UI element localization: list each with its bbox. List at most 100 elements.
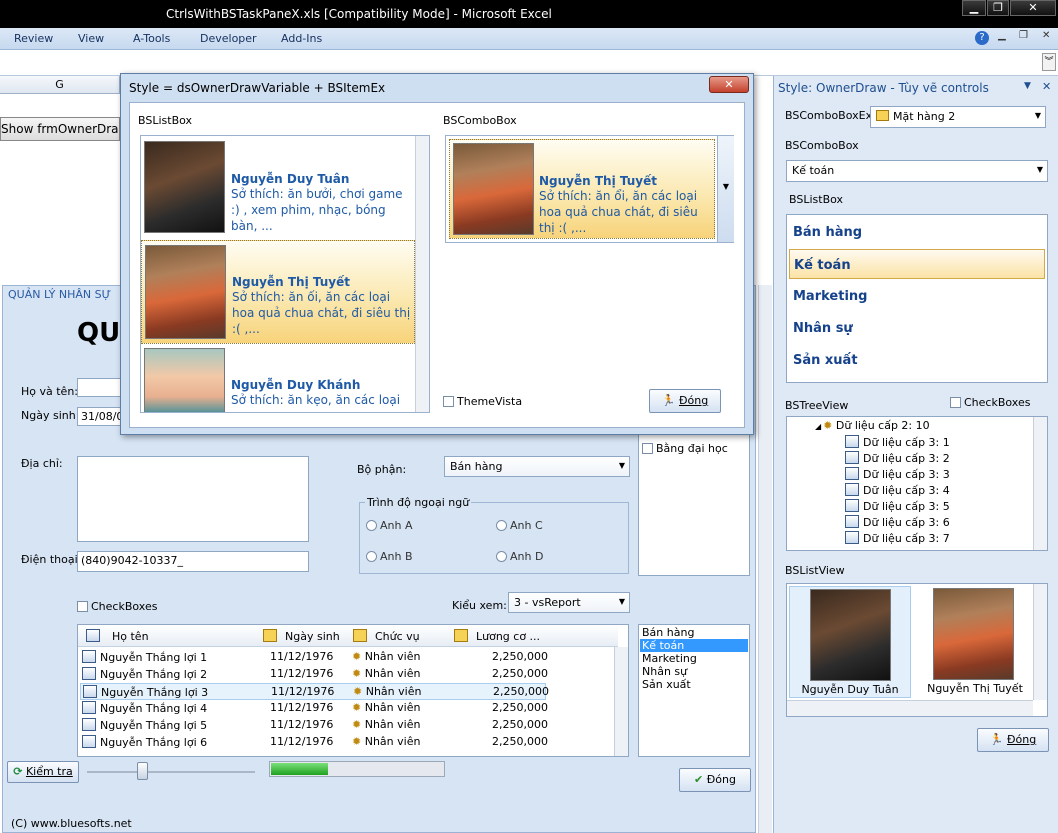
col-salary[interactable]: Lương cơ ... xyxy=(454,629,540,643)
treeview[interactable]: ◢ ✹ Dữ liệu cấp 2: 10 Dữ liệu cấp 3: 1 Dữ l… xyxy=(786,416,1048,551)
minimize-button[interactable]: ▁ xyxy=(962,0,986,16)
list-item[interactable]: Nguyễn Duy Khánh Sở thích: ăn kẹo, ăn các… xyxy=(141,344,415,412)
tree-node-level3[interactable]: Dữ liệu cấp 3: 5 xyxy=(845,499,950,513)
list-item[interactable]: Bán hàng xyxy=(640,626,748,639)
dialog-close-icon[interactable]: ✕ xyxy=(709,76,749,93)
person-photo xyxy=(145,245,226,339)
listview-item-selected[interactable]: Nguyễn Duy Tuân xyxy=(789,586,911,698)
phone-field[interactable]: (840)9042-10337_ xyxy=(77,551,309,572)
department-listbox[interactable]: Bán hàng Kế toán Marketing Nhân sự Sản xuất xyxy=(638,624,750,757)
employee-salary-cell: 2,250,000 xyxy=(492,701,548,714)
ribbon-restore-icon[interactable]: ❐ xyxy=(1019,30,1028,41)
tree-node-level3[interactable]: Dữ liệu cấp 3: 7 xyxy=(845,531,950,545)
people-listbox[interactable]: Nguyễn Duy Tuân Sở thích: ăn bưởi, chơi g… xyxy=(140,135,430,413)
check-button[interactable]: ⟳ Kiểm tra xyxy=(7,761,79,783)
person-description: Sở thích: ăn bưởi, chơi game :) , xem ph… xyxy=(231,187,403,233)
radio-anh-d[interactable]: Anh D xyxy=(496,550,543,563)
employee-listview[interactable]: Họ tên Ngày sinh Chức vụ Lương cơ ... Ng… xyxy=(77,624,629,757)
table-row[interactable]: Nguyễn Thắng lợi 3 11/12/1976 ✹ Nhân viên 2… xyxy=(80,683,549,700)
radio-anh-c[interactable]: Anh C xyxy=(496,519,543,532)
chevron-down-icon[interactable]: ▼ xyxy=(717,136,734,242)
listbox-scrollbar[interactable] xyxy=(415,136,429,412)
dialog-close-button[interactable]: 🏃 Đóng xyxy=(649,389,721,413)
tab-a-tools[interactable]: A-Tools xyxy=(133,32,170,45)
help-icon[interactable]: ? xyxy=(975,31,989,45)
pane-close-button[interactable]: 🏃 Đóng xyxy=(977,728,1049,752)
tree-node-level3[interactable]: Dữ liệu cấp 3: 6 xyxy=(845,515,950,529)
listview-hscrollbar[interactable] xyxy=(787,700,1033,716)
list-item[interactable]: Kế toán xyxy=(789,249,1045,279)
ribbon-close-icon[interactable]: ✕ xyxy=(1042,30,1050,41)
list-item-selected[interactable]: Nguyễn Thị Tuyết Sở thích: ăn ối, ăn các … xyxy=(141,240,415,344)
address-field[interactable] xyxy=(77,456,309,542)
table-row[interactable]: Nguyễn Thắng lợi 2 11/12/1976 ✹ Nhân viên 2… xyxy=(80,666,548,683)
degree-checklist[interactable]: Bằng đại học xyxy=(638,434,750,576)
table-row[interactable]: Nguyễn Thắng lợi 6 11/12/1976 ✹ Nhân viên 2… xyxy=(80,734,548,751)
list-item[interactable]: Nhân sự xyxy=(789,313,1045,343)
listview-vscrollbar[interactable] xyxy=(1033,584,1047,700)
department-list[interactable]: Bán hàng Kế toán Marketing Nhân sự Sản xuất xyxy=(786,214,1048,383)
name-label: Họ và tên: xyxy=(21,385,79,398)
slider-thumb[interactable] xyxy=(137,762,148,780)
col-name[interactable]: Họ tên xyxy=(86,629,149,643)
tab-review[interactable]: Review xyxy=(14,32,53,45)
tab-add-ins[interactable]: Add-Ins xyxy=(281,32,322,45)
restore-button[interactable]: ❐ xyxy=(987,0,1009,16)
tree-node-level3[interactable]: Dữ liệu cấp 3: 2 xyxy=(845,451,950,465)
list-item[interactable]: Marketing xyxy=(789,281,1045,311)
tab-view[interactable]: View xyxy=(78,32,104,45)
department-select[interactable]: Bán hàng ▼ xyxy=(444,456,630,477)
tree-node-level3[interactable]: Dữ liệu cấp 3: 3 xyxy=(845,467,950,481)
radio-anh-b[interactable]: Anh B xyxy=(366,550,413,563)
col-role[interactable]: Chức vụ xyxy=(353,629,420,643)
col-dob[interactable]: Ngày sinh xyxy=(263,629,340,643)
list-item[interactable]: Sản xuất xyxy=(640,678,748,691)
employee-dob-cell: 11/12/1976 xyxy=(271,685,335,698)
folder-icon xyxy=(876,110,889,121)
radio-anh-a[interactable]: Anh A xyxy=(366,519,413,532)
view-mode-select[interactable]: 3 - vsReport ▼ xyxy=(508,592,630,613)
expand-formula-bar-icon[interactable]: ︾ xyxy=(1042,53,1056,71)
comboex-select[interactable]: Mặt hàng 2 ▼ xyxy=(870,106,1046,128)
ribbon-minimize-icon[interactable]: ▁ xyxy=(998,30,1006,41)
list-item[interactable]: Marketing xyxy=(640,652,748,665)
tree-scrollbar[interactable] xyxy=(1033,417,1047,550)
table-row[interactable]: Nguyễn Thắng lợi 1 11/12/1976 ✹ Nhân viên 2… xyxy=(80,649,548,666)
dob-field[interactable]: 31/08/09 xyxy=(77,407,130,426)
pane-close-icon[interactable]: ✕ xyxy=(1042,80,1051,93)
column-header-g[interactable]: G xyxy=(0,76,120,94)
tree-node-level2[interactable]: ◢ ✹ Dữ liệu cấp 2: 10 xyxy=(815,419,930,432)
sheet-vertical-scrollbar[interactable] xyxy=(758,285,772,833)
list-item[interactable]: Nhân sự xyxy=(640,665,748,678)
table-row[interactable]: Nguyễn Thắng lợi 5 11/12/1976 ✹ Nhân viên 2… xyxy=(80,717,548,734)
list-item[interactable]: Sản xuất xyxy=(789,345,1045,375)
theme-vista-checkbox[interactable]: ThemeVista xyxy=(443,395,522,408)
listview-item[interactable]: Nguyễn Thị Tuyết xyxy=(915,586,1037,698)
tab-developer[interactable]: Developer xyxy=(200,32,257,45)
tree-node-level3[interactable]: Dữ liệu cấp 3: 4 xyxy=(845,483,950,497)
pane-menu-icon[interactable]: ▼ xyxy=(1024,81,1031,91)
combobox-label: BSComboBox xyxy=(785,139,859,152)
close-window-button[interactable]: ✕ xyxy=(1010,0,1056,16)
list-item[interactable]: Kế toán xyxy=(640,639,748,652)
table-row[interactable]: Nguyễn Thắng lợi 4 11/12/1976 ✹ Nhân viên 2… xyxy=(80,700,548,717)
list-item[interactable]: Bán hàng xyxy=(789,217,1045,247)
checklist-item[interactable]: Bằng đại học xyxy=(642,442,728,455)
dialog-body: BSListBox BSComboBox Nguyễn Duy Tuân Sở t… xyxy=(129,102,745,428)
listview-scrollbar[interactable] xyxy=(614,647,628,756)
running-man-icon: 🏃 xyxy=(661,394,676,407)
employee-role-cell: ✹ Nhân viên xyxy=(352,735,421,748)
photo-listview[interactable]: Nguyễn Duy Tuân Nguyễn Thị Tuyết xyxy=(786,583,1048,717)
tree-checkboxes-toggle[interactable]: CheckBoxes xyxy=(950,396,1030,409)
checkboxes-toggle[interactable]: CheckBoxes xyxy=(77,600,157,613)
listview-caption: Nguyễn Thị Tuyết xyxy=(927,682,1023,695)
list-item[interactable]: Nguyễn Duy Tuân Sở thích: ăn bưởi, chơi g… xyxy=(141,136,415,240)
show-form-button[interactable]: Show frmOwnerDraw xyxy=(0,117,120,141)
people-combobox[interactable]: Nguyễn Thị Tuyết Sở thích: ăn ổi, ăn các … xyxy=(445,135,734,243)
combobox-select[interactable]: Kế toán ▼ xyxy=(786,160,1048,182)
employee-name-cell: Nguyễn Thắng lợi 1 xyxy=(82,650,207,664)
form-close-button[interactable]: ✔ Đóng xyxy=(679,768,751,792)
name-field[interactable] xyxy=(77,378,125,397)
tree-node-level3[interactable]: Dữ liệu cấp 3: 1 xyxy=(845,435,950,449)
slider-track[interactable] xyxy=(87,771,255,773)
